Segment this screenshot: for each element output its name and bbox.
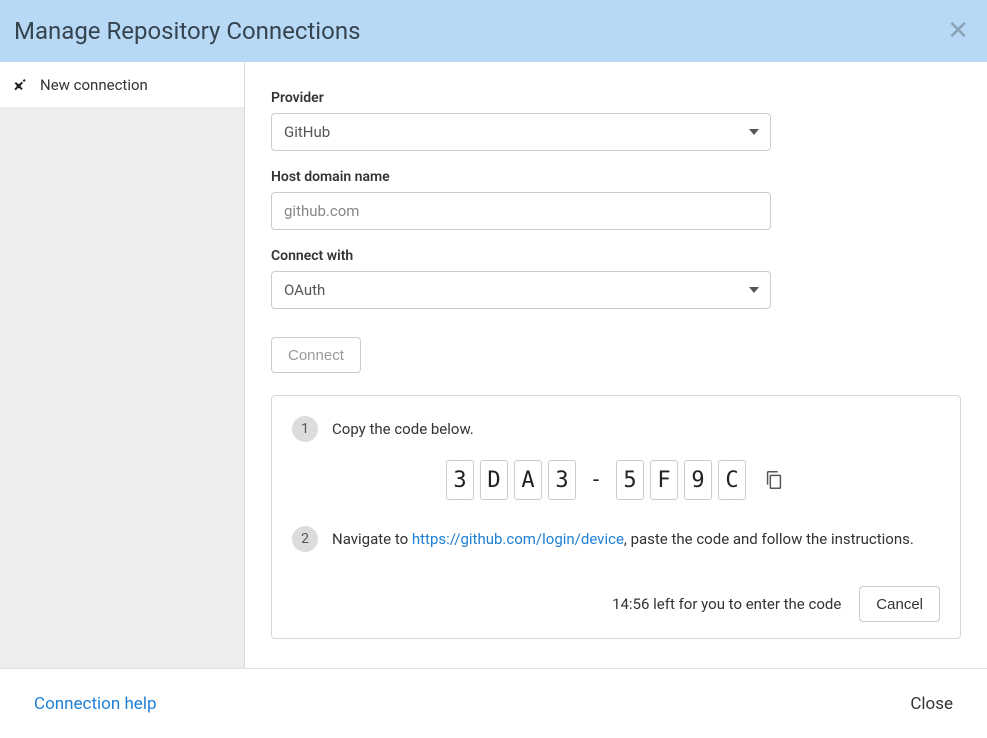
field-provider: Provider GitHub bbox=[271, 90, 961, 151]
field-host-domain: Host domain name bbox=[271, 169, 961, 230]
provider-label: Provider bbox=[271, 90, 961, 106]
instructions-footer: 14:56 left for you to enter the code Can… bbox=[292, 586, 940, 622]
code-char-8: C bbox=[718, 460, 746, 500]
provider-select[interactable]: GitHub bbox=[271, 113, 771, 151]
code-char-2: A bbox=[514, 460, 542, 500]
dialog-title: Manage Repository Connections bbox=[14, 17, 360, 45]
step-2-text: Navigate to https://github.com/login/dev… bbox=[332, 530, 914, 548]
sidebar-item-label: New connection bbox=[40, 76, 148, 94]
step-1-text: Copy the code below. bbox=[332, 420, 474, 438]
step-1-badge: 1 bbox=[292, 416, 318, 442]
main-panel: Provider GitHub Host domain name Connect… bbox=[245, 62, 987, 668]
device-code-row: 3 D A 3 - 5 F 9 C bbox=[292, 460, 940, 500]
cancel-button[interactable]: Cancel bbox=[859, 586, 940, 622]
step-2-prefix: Navigate to bbox=[332, 530, 412, 548]
connection-help-link[interactable]: Connection help bbox=[34, 694, 157, 714]
plug-icon bbox=[12, 76, 30, 94]
code-char-6: F bbox=[650, 460, 678, 500]
code-separator: - bbox=[582, 468, 610, 493]
sidebar-item-new-connection[interactable]: New connection bbox=[0, 62, 244, 108]
titlebar: Manage Repository Connections ✕ bbox=[0, 0, 987, 62]
step-2-row: 2 Navigate to https://github.com/login/d… bbox=[292, 526, 940, 552]
step-1-row: 1 Copy the code below. bbox=[292, 416, 940, 442]
sidebar: New connection bbox=[0, 62, 245, 668]
host-domain-input[interactable] bbox=[271, 192, 771, 230]
code-char-0: 3 bbox=[446, 460, 474, 500]
timer-text: 14:56 left for you to enter the code bbox=[612, 595, 841, 613]
code-char-5: 5 bbox=[616, 460, 644, 500]
code-char-1: D bbox=[480, 460, 508, 500]
connect-with-label: Connect with bbox=[271, 248, 961, 264]
instructions-panel: 1 Copy the code below. 3 D A 3 - 5 F 9 C bbox=[271, 395, 961, 639]
dialog-body: New connection Provider GitHub Host doma… bbox=[0, 62, 987, 668]
code-char-3: 3 bbox=[548, 460, 576, 500]
host-domain-label: Host domain name bbox=[271, 169, 961, 185]
connect-with-select[interactable]: OAuth bbox=[271, 271, 771, 309]
copy-icon[interactable] bbox=[762, 466, 786, 494]
connect-button[interactable]: Connect bbox=[271, 337, 361, 373]
close-icon[interactable]: ✕ bbox=[947, 18, 969, 44]
step-2-suffix: , paste the code and follow the instruct… bbox=[624, 530, 914, 548]
close-button[interactable]: Close bbox=[910, 694, 953, 714]
field-connect-with: Connect with OAuth bbox=[271, 248, 961, 309]
dialog-footer: Connection help Close bbox=[0, 668, 987, 738]
device-login-link[interactable]: https://github.com/login/device bbox=[412, 530, 624, 548]
step-2-badge: 2 bbox=[292, 526, 318, 552]
code-char-7: 9 bbox=[684, 460, 712, 500]
